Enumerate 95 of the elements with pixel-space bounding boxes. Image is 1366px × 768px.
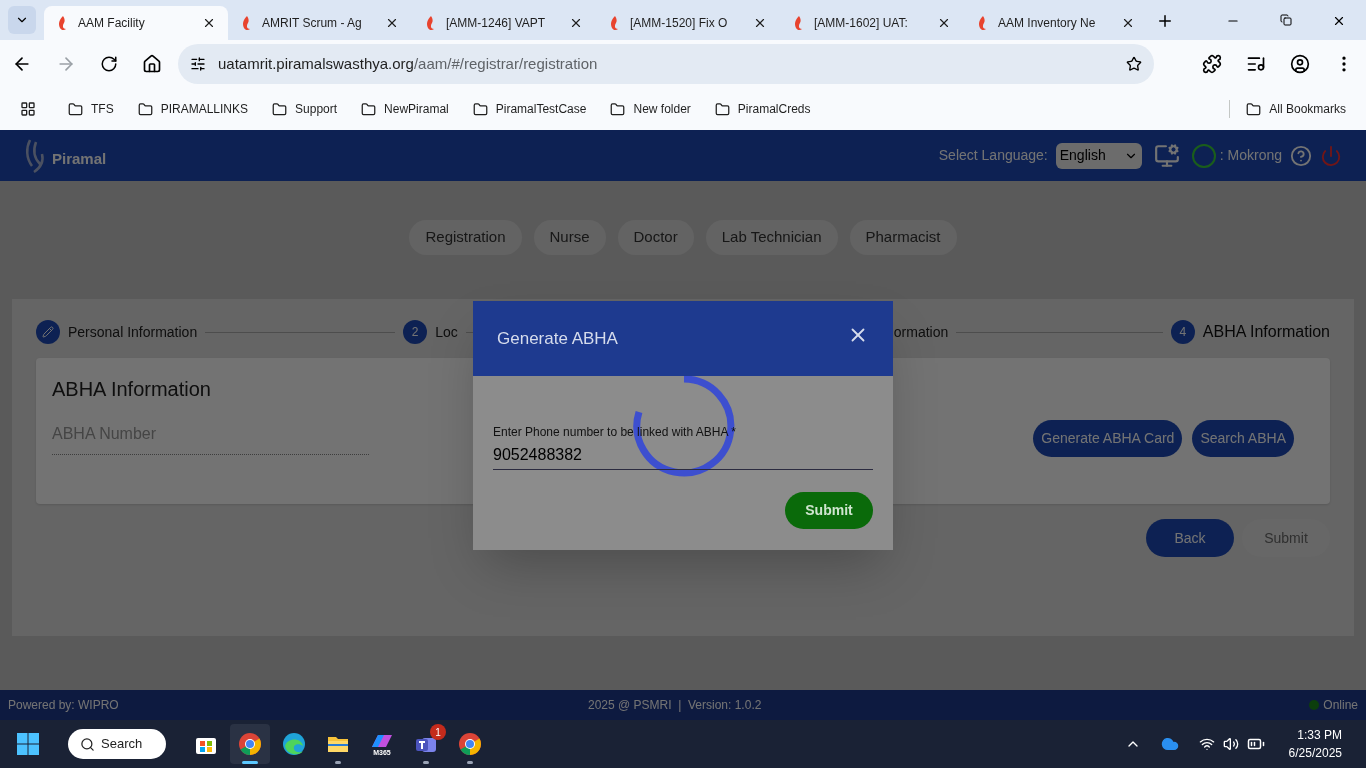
profile-icon[interactable] — [1290, 54, 1310, 74]
bookmark-label: PiramalCreds — [737, 101, 811, 118]
reload-icon[interactable] — [100, 55, 118, 73]
phone-input[interactable]: 9052488382 — [493, 443, 873, 470]
bookmark-link[interactable]: NewPiramal — [361, 100, 449, 118]
bookmark-link[interactable]: New folder — [610, 100, 691, 118]
close-window-icon[interactable] — [1332, 14, 1346, 28]
powered-by-text: Powered by: WIPRO — [8, 697, 120, 714]
version-text: 2025 @ PSMRI | Version: 1.0.2 — [588, 697, 762, 714]
home-icon[interactable] — [142, 54, 162, 74]
taskbar-search-field[interactable]: Search — [68, 729, 166, 759]
dialog-title: Generate ABHA — [497, 327, 618, 350]
folder-icon — [137, 101, 153, 117]
close-icon[interactable] — [569, 16, 583, 30]
tab-title: [AMM-1602] UAT: — [814, 15, 909, 32]
bookmark-link[interactable]: PIRAMALLINKS — [137, 100, 249, 118]
wifi-icon[interactable] — [1198, 736, 1215, 752]
user-name: : Mokrong — [1219, 146, 1282, 165]
apps-grid-icon[interactable] — [20, 101, 36, 117]
all-bookmarks-link[interactable]: All Bookmarks — [1229, 100, 1346, 118]
bookmark-link[interactable]: TFS — [68, 100, 114, 118]
language-select[interactable]: English — [1055, 142, 1142, 169]
bookmark-link[interactable]: Support — [272, 100, 338, 118]
restore-icon[interactable] — [1280, 14, 1292, 26]
tab-title: AAM Inventory Ne — [998, 15, 1097, 32]
running-indicator — [242, 761, 258, 764]
address-bar[interactable]: uatamrit.piramalswasthya.org/aam/#/registrar/registration — [178, 44, 1154, 84]
section-title: ABHA Information — [52, 377, 212, 402]
bookmark-label: PiramalTestCase — [495, 101, 587, 118]
site-settings-icon[interactable] — [190, 56, 206, 72]
close-icon[interactable] — [937, 16, 951, 30]
chrome-icon — [238, 732, 262, 756]
taskbar-app-button[interactable] — [230, 724, 270, 764]
step-number: 4 — [1170, 320, 1195, 344]
folder-icon — [472, 101, 488, 117]
submit-button[interactable]: Submit — [785, 492, 873, 529]
taskbar-app-button[interactable]: 1 — [406, 724, 446, 764]
tab-title: AAM Facility — [78, 15, 146, 32]
copilot-icon — [370, 732, 394, 749]
online-status: Online — [1323, 697, 1358, 714]
search-icon — [80, 736, 95, 752]
extensions-icon[interactable] — [1202, 54, 1222, 74]
brand-name: Piramal — [52, 149, 107, 170]
bookmark-label: All Bookmarks — [1269, 101, 1346, 118]
browser-tab[interactable]: AMRIT Scrum - Ag — [228, 6, 412, 40]
language-label: Select Language: — [938, 146, 1048, 165]
new-tab-icon[interactable] — [1156, 12, 1174, 30]
step-label: ABHA Information — [1202, 322, 1330, 342]
folder-icon — [610, 101, 626, 117]
help-icon[interactable] — [1290, 144, 1312, 167]
close-icon[interactable] — [753, 16, 767, 30]
folder-icon — [68, 101, 83, 117]
bookmark-label: NewPiramal — [384, 101, 449, 118]
step-label: Loc — [435, 322, 458, 342]
browser-tab[interactable]: [AMM-1602] UAT: — [780, 6, 964, 40]
close-icon[interactable] — [1121, 16, 1135, 30]
step-label: Personal Information — [68, 322, 198, 342]
browser-tab[interactable]: [AMM-1246] VAPT — [412, 6, 596, 40]
volume-icon[interactable] — [1222, 736, 1239, 752]
pencil-step-icon — [36, 320, 60, 344]
bookmark-label: Support — [295, 101, 338, 118]
tab-title: AMRIT Scrum - Ag — [262, 15, 363, 32]
edge-icon — [282, 732, 306, 756]
windows-logo-icon[interactable] — [16, 732, 40, 756]
running-indicator — [335, 761, 341, 764]
bookmark-link[interactable]: PiramalCreds — [714, 100, 811, 118]
bookmark-link[interactable]: PiramalTestCase — [472, 100, 587, 118]
folder-icon — [714, 101, 730, 117]
tab-title: [AMM-1520] Fix O — [630, 15, 729, 32]
media-icon[interactable] — [1246, 54, 1266, 74]
bookmark-star-icon[interactable] — [1126, 56, 1142, 72]
running-indicator — [467, 761, 473, 764]
browser-tab[interactable]: AAM Inventory Ne — [964, 6, 1148, 40]
close-icon[interactable] — [385, 16, 399, 30]
notification-badge: 1 — [430, 724, 446, 740]
url-text: uatamrit.piramalswasthya.org/aam/#/registrar/registration — [218, 53, 598, 74]
chrome-icon — [458, 732, 482, 756]
tab-title: [AMM-1246] VAPT — [446, 15, 547, 32]
close-icon[interactable] — [202, 16, 216, 30]
cloud-icon[interactable] — [1160, 735, 1179, 753]
folder-icon — [1246, 101, 1262, 117]
folder-icon — [272, 101, 288, 117]
monitor-icon[interactable] — [1153, 142, 1180, 169]
clock-date: 6/25/2025 — [1288, 745, 1342, 762]
loading-spinner-icon — [633, 375, 735, 477]
browser-tab[interactable]: AAM Facility — [44, 6, 228, 40]
bookmark-label: PIRAMALLINKS — [160, 101, 249, 118]
bookmark-label: New folder — [633, 101, 691, 118]
folder-icon — [361, 101, 377, 117]
bookmark-label: TFS — [91, 101, 114, 118]
running-indicator — [423, 761, 429, 764]
clock-time: 1:33 PM — [1297, 727, 1342, 744]
step-number: 2 — [403, 320, 428, 344]
browser-tab[interactable]: [AMM-1520] Fix O — [596, 6, 780, 40]
step-label: ormation — [893, 322, 949, 342]
